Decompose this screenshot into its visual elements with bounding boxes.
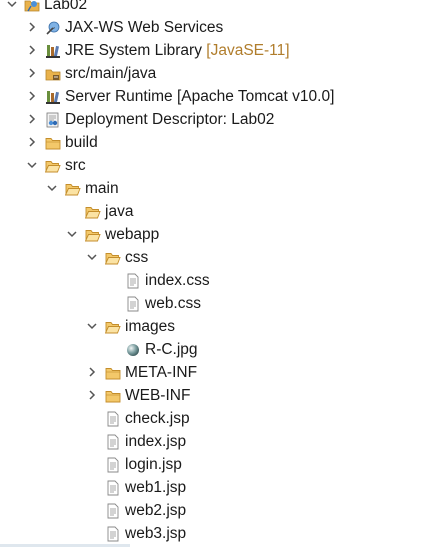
- tree-node-check-jsp[interactable]: check.jsp: [0, 408, 429, 431]
- folder-open-icon: [45, 161, 61, 173]
- tree-node-css[interactable]: css: [0, 247, 429, 270]
- tree-node-lab02[interactable]: Lab02: [0, 0, 429, 17]
- tree-node-label: build: [65, 134, 98, 151]
- chevron-down-icon[interactable]: [6, 0, 18, 10]
- tree-node-main[interactable]: main: [0, 178, 429, 201]
- tree-node-label: Deployment Descriptor: Lab02: [65, 111, 275, 128]
- tree-node-label: index.jsp: [125, 433, 187, 450]
- chevron-right-icon[interactable]: [26, 21, 38, 33]
- tree-node-label: webapp: [105, 226, 160, 243]
- chevron-right-icon[interactable]: [26, 113, 38, 125]
- jsp-file-icon: [107, 434, 119, 450]
- tree-node-label: java: [105, 203, 134, 220]
- tree-node-label: web2.jsp: [125, 502, 187, 519]
- chevron-right-icon[interactable]: [86, 366, 98, 378]
- tree-node-images[interactable]: images: [0, 316, 429, 339]
- chevron-down-icon[interactable]: [26, 159, 38, 171]
- css-file-icon: [127, 296, 139, 312]
- tree-node-label: R-C.jpg: [145, 341, 198, 358]
- tree-node-jax-ws[interactable]: JAX-WS Web Services: [0, 17, 429, 40]
- folder-icon: [45, 138, 61, 150]
- project-explorer-tree: Lab02 JAX-WS Web Services JRE System Lib…: [0, 0, 429, 547]
- chevron-down-icon[interactable]: [86, 320, 98, 332]
- folder-open-icon: [65, 184, 81, 196]
- tree-node-web-inf[interactable]: WEB-INF: [0, 385, 429, 408]
- tree-node-label: src/main/java: [65, 65, 157, 82]
- tree-node-jre-library[interactable]: JRE System Library [JavaSE-11]: [0, 40, 429, 63]
- chevron-down-icon[interactable]: [46, 182, 58, 194]
- tree-node-web-css[interactable]: web.css: [0, 293, 429, 316]
- tree-node-build[interactable]: build: [0, 132, 429, 155]
- jre-version-decoration: [JavaSE-11]: [206, 42, 290, 59]
- jsp-file-icon: [107, 503, 119, 519]
- chevron-down-icon[interactable]: [86, 251, 98, 263]
- tree-node-label: WEB-INF: [125, 387, 191, 404]
- image-file-icon: [127, 344, 139, 356]
- chevron-right-icon[interactable]: [86, 389, 98, 401]
- project-label: Lab02: [44, 0, 88, 13]
- tree-node-label: css: [125, 249, 149, 266]
- tree-node-label: JAX-WS Web Services: [65, 19, 224, 36]
- tree-node-index-css[interactable]: index.css: [0, 270, 429, 293]
- tree-node-label: META-INF: [125, 364, 198, 381]
- chevron-right-icon[interactable]: [26, 44, 38, 56]
- tree-node-login-jsp[interactable]: login.jsp: [0, 454, 429, 477]
- tree-node-java[interactable]: java: [0, 201, 429, 224]
- tree-node-label: index.css: [145, 272, 210, 289]
- tree-node-index-jsp[interactable]: index.jsp: [0, 431, 429, 454]
- tree-node-label: check.jsp: [125, 410, 190, 427]
- folder-open-icon: [85, 230, 101, 242]
- jsp-file-icon: [107, 457, 119, 473]
- chevron-down-icon[interactable]: [66, 228, 78, 240]
- chevron-right-icon[interactable]: [26, 136, 38, 148]
- tree-node-src-main-java[interactable]: src/main/java: [0, 63, 429, 86]
- tree-node-web2-jsp[interactable]: web2.jsp: [0, 500, 429, 523]
- tree-node-src[interactable]: src: [0, 155, 429, 178]
- folder-open-icon: [105, 253, 121, 265]
- source-folder-icon: [45, 69, 61, 81]
- folder-open-icon: [85, 207, 101, 219]
- jsp-file-icon: [107, 411, 119, 427]
- tree-node-deployment-descriptor[interactable]: Deployment Descriptor: Lab02: [0, 109, 429, 132]
- tree-node-web3-jsp[interactable]: web3.jsp: [0, 523, 429, 546]
- library-icon: [46, 45, 60, 58]
- folder-open-icon: [105, 322, 121, 334]
- folder-icon: [105, 368, 121, 380]
- chevron-right-icon[interactable]: [26, 90, 38, 102]
- tree-node-webapp[interactable]: webapp: [0, 224, 429, 247]
- tree-node-meta-inf[interactable]: META-INF: [0, 362, 429, 385]
- tree-node-label: main: [85, 180, 119, 197]
- project-icon: [24, 0, 40, 12]
- jsp-file-icon: [107, 526, 119, 542]
- tree-node-r-c-jpg[interactable]: R-C.jpg: [0, 339, 429, 362]
- tree-node-label: web1.jsp: [125, 479, 187, 496]
- library-icon: [46, 91, 60, 104]
- deployment-descriptor-icon: [46, 112, 59, 128]
- chevron-right-icon[interactable]: [26, 67, 38, 79]
- tree-node-label: JRE System Library: [65, 42, 202, 59]
- tree-node-web1-jsp[interactable]: web1.jsp: [0, 477, 429, 500]
- jsp-file-icon: [107, 480, 119, 496]
- web-services-icon: [46, 21, 60, 35]
- folder-icon: [105, 391, 121, 403]
- tree-node-label: web.css: [145, 295, 201, 312]
- tree-node-server-runtime[interactable]: Server Runtime [Apache Tomcat v10.0]: [0, 86, 429, 109]
- tree-node-label: web3.jsp: [125, 525, 187, 542]
- tree-node-label: Server Runtime [Apache Tomcat v10.0]: [65, 88, 335, 105]
- tree-node-label: login.jsp: [125, 456, 182, 473]
- tree-node-label: images: [125, 318, 175, 335]
- css-file-icon: [127, 273, 139, 289]
- tree-node-label: src: [65, 157, 86, 174]
